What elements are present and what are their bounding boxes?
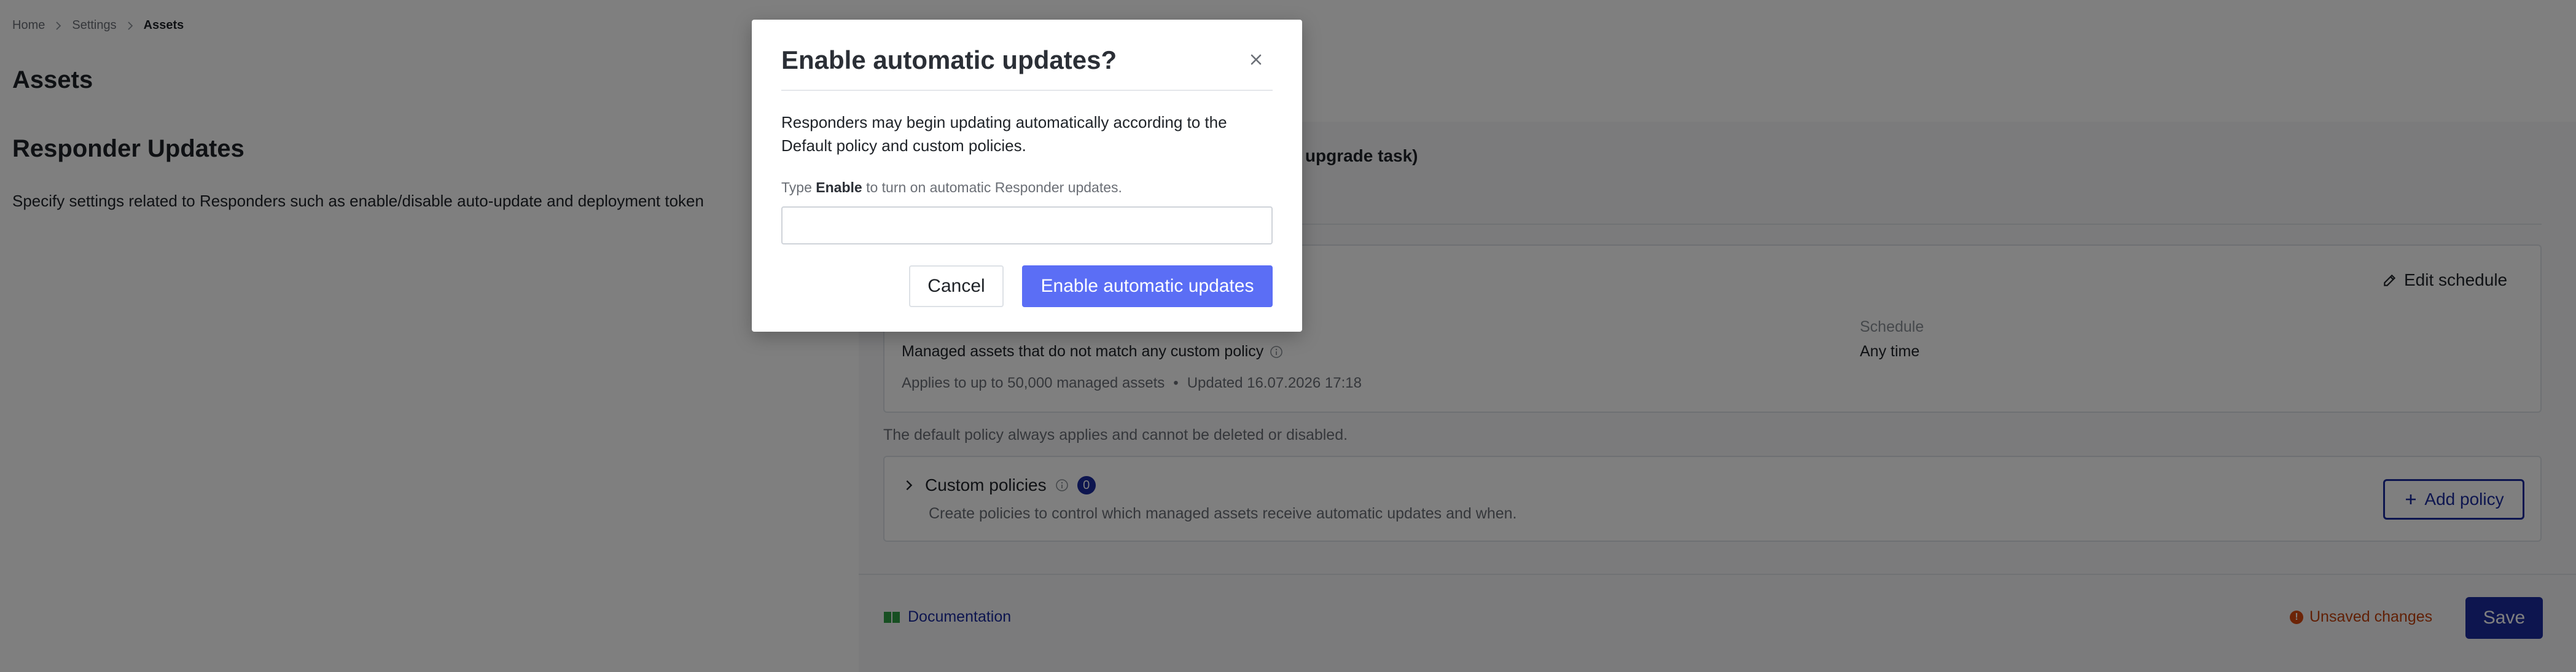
hint-suffix: to turn on automatic Responder updates. [866, 179, 1122, 195]
close-icon[interactable] [1247, 50, 1265, 69]
confirmation-hint: Type Enable to turn on automatic Respond… [781, 179, 1122, 196]
hint-prefix: Type [781, 179, 812, 195]
dialog-divider [781, 90, 1273, 91]
dialog-title: Enable automatic updates? [781, 45, 1117, 74]
enable-updates-dialog: Enable automatic updates? Responders may… [752, 20, 1302, 332]
dialog-body: Responders may begin updating automatica… [781, 113, 1227, 155]
enable-automatic-updates-button[interactable]: Enable automatic updates [1022, 265, 1273, 307]
cancel-button[interactable]: Cancel [909, 265, 1004, 307]
hint-keyword: Enable [816, 179, 862, 195]
confirmation-input[interactable] [781, 206, 1273, 244]
